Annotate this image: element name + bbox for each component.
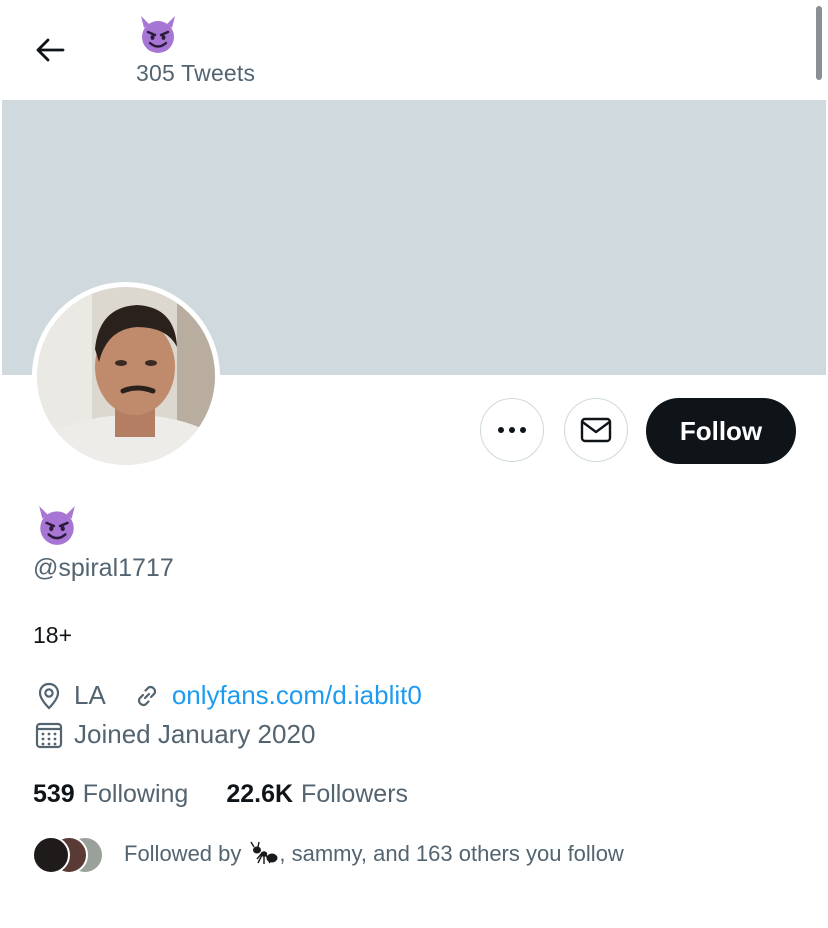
scrollbar-thumb[interactable] [816, 6, 822, 80]
calendar-icon [35, 722, 63, 748]
location-pin-icon [38, 682, 60, 710]
location-text: LA [74, 680, 106, 710]
profile-bio: 18+ [33, 622, 73, 648]
profile-meta-joined-row: Joined January 2020 [34, 719, 315, 750]
tweet-count: 305 Tweets [136, 60, 256, 86]
more-options-button[interactable] [480, 398, 544, 462]
ant-emoji-icon [250, 841, 278, 864]
message-button[interactable] [564, 398, 628, 462]
envelope-icon [580, 417, 612, 443]
followed-by-suffix: , sammy, and 163 others you follow [279, 841, 624, 866]
link-icon [137, 685, 156, 706]
following-link[interactable]: 539 Following [33, 780, 188, 809]
follower-avatar [32, 836, 70, 874]
follow-button[interactable]: Follow [646, 398, 796, 464]
followed-by-prefix: Followed by [124, 841, 242, 866]
arrow-left-icon [36, 38, 65, 62]
followed-by-avatars [32, 836, 104, 874]
profile-handle: @spiral1717 [33, 554, 174, 582]
following-label: Following [82, 780, 189, 808]
profile-meta-location-row: LA onlyfans.com/d.iablit0 [34, 680, 422, 711]
followers-label: Followers [301, 780, 409, 808]
profile-avatar[interactable] [32, 282, 220, 470]
profile-url-link[interactable]: onlyfans.com/d.iablit0 [172, 680, 422, 711]
smiling-devil-emoji-icon [141, 16, 175, 53]
more-horizontal-icon [498, 427, 526, 433]
smiling-devil-emoji-icon [39, 506, 75, 545]
back-button[interactable] [28, 30, 72, 70]
followed-by-row[interactable]: Followed by , sammy, and 163 others you … [32, 836, 624, 874]
followers-count: 22.6K [226, 780, 294, 808]
followers-link[interactable]: 22.6K Followers [226, 780, 408, 809]
avatar-photo [37, 287, 215, 465]
joined-date: Joined January 2020 [74, 719, 316, 749]
follow-counts: 539 Following 22.6K Followers [33, 780, 408, 809]
following-count: 539 [33, 780, 75, 808]
